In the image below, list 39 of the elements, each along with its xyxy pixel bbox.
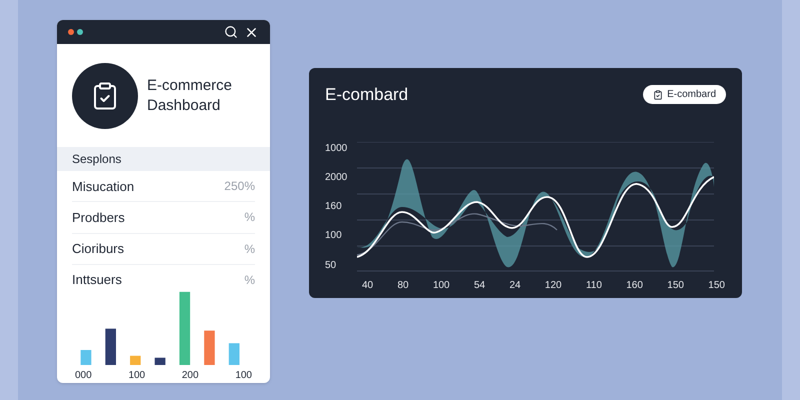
y-axis-label: 50 [325, 260, 338, 272]
bar [204, 330, 215, 366]
x-axis-label: 120 [544, 278, 562, 292]
search-button[interactable] [224, 25, 238, 40]
bar-label: 000 [75, 369, 92, 383]
x-axis-label: 80 [397, 278, 409, 292]
row-label: Prodbers [72, 208, 125, 227]
chart-title: E-combard [325, 84, 408, 106]
x-axis-label: 54 [474, 278, 486, 292]
row-label: Cioriburs [72, 240, 124, 258]
x-axis-label: 40 [362, 278, 374, 292]
bar [130, 355, 141, 366]
y-axis-label: 100 [325, 230, 343, 242]
row-label: Misucation [72, 178, 134, 196]
clipboard-icon [653, 90, 664, 100]
bar-label: 100 [235, 369, 252, 383]
x-axis-label: 100 [432, 278, 450, 292]
x-axis-label: 110 [586, 278, 602, 292]
panel-title: E-commerce Dashboard [147, 76, 234, 116]
bar-label: 100 [128, 369, 146, 383]
row-value: 250% [224, 178, 255, 196]
row-value: % [244, 209, 255, 226]
x-axis-label: 160 [626, 278, 643, 292]
y-axis-label: 1000 [325, 142, 348, 154]
bar-label: 200 [182, 369, 199, 383]
x-axis-label: 150 [708, 278, 725, 292]
y-axis-label: 2000 [325, 172, 348, 184]
bar [228, 342, 240, 366]
bar [80, 350, 92, 366]
x-axis-label: 24 [509, 278, 521, 292]
chart-button[interactable]: E-combard [643, 85, 726, 104]
row-value: % [244, 240, 255, 258]
bar [105, 328, 116, 366]
row-label: Inttsuers [72, 271, 122, 290]
row-value: % [244, 272, 255, 290]
y-axis-label: 160 [325, 201, 343, 213]
section-header: Sesplons [57, 147, 270, 172]
x-axis-label: 150 [667, 278, 684, 292]
bar [154, 357, 166, 366]
